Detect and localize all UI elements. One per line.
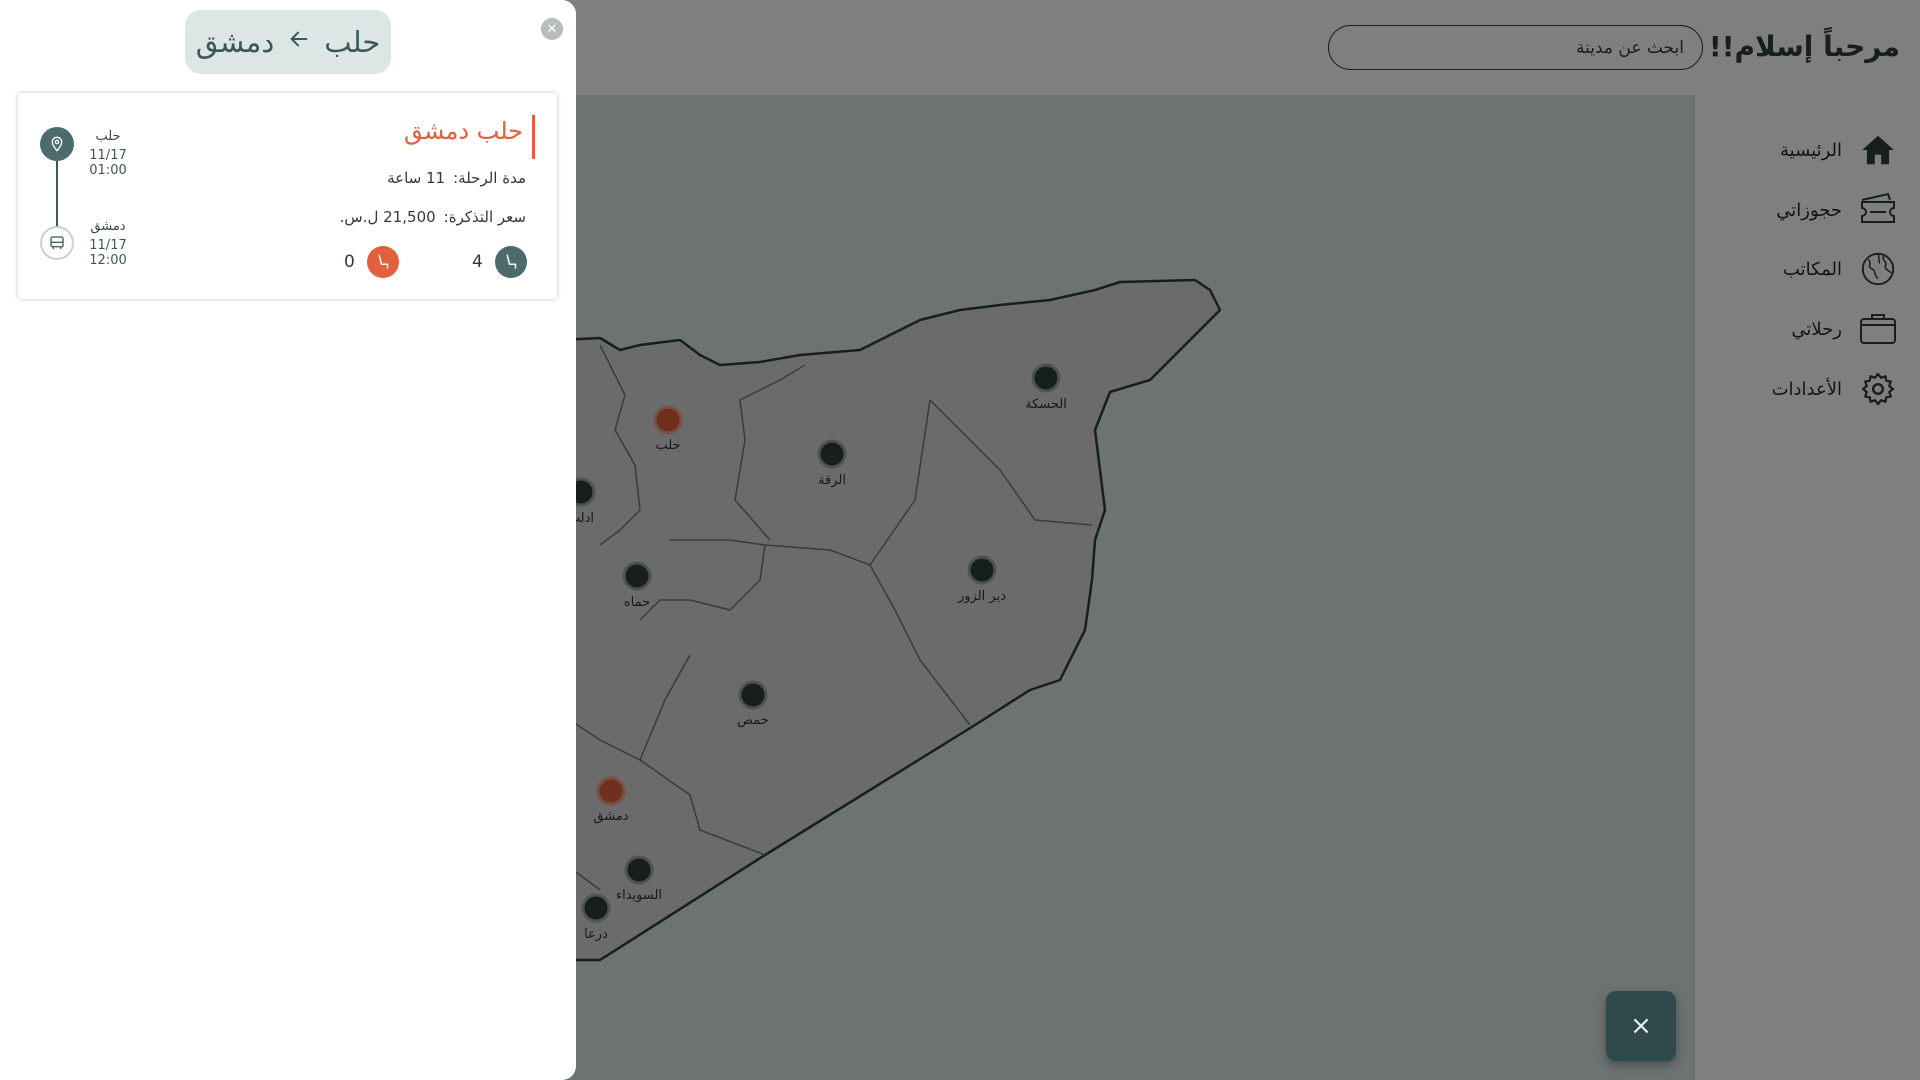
close-icon[interactable]: ✕ [541, 18, 563, 40]
available-seats-count: 4 [472, 252, 483, 272]
seat-icon [494, 246, 527, 278]
departure-city: حلب [95, 129, 121, 144]
trip-title: حلب دمشق [404, 117, 523, 145]
close-icon: × [1630, 1011, 1652, 1041]
arrival-stop: دمشق 11/17 12:00 [73, 219, 143, 268]
trip-drawer: حلب دمشق ✕ حلب دمشق مدة الرحلة: 11 ساعة … [0, 0, 576, 1080]
price-value: 21,500 ل.س. [339, 208, 436, 226]
booked-seats-count: 0 [344, 252, 355, 272]
bus-icon [40, 226, 74, 260]
departure-stop: حلب 11/17 01:00 [73, 129, 143, 178]
seat-icon [366, 246, 399, 278]
trip-price: سعر التذكرة: 21,500 ل.س. [340, 208, 526, 226]
card-accent-bar [532, 115, 535, 159]
arrow-left-icon [288, 28, 310, 56]
trip-card[interactable]: حلب دمشق مدة الرحلة: 11 ساعة سعر التذكرة… [18, 93, 557, 299]
arrival-time: 11/17 12:00 [89, 238, 127, 268]
available-seats: 4 [472, 246, 527, 278]
route-from: حلب [324, 25, 381, 59]
price-label: سعر التذكرة: [443, 208, 526, 226]
location-pin-icon [40, 127, 74, 161]
duration-label: مدة الرحلة: [453, 169, 526, 187]
route-to: دمشق [195, 25, 275, 59]
arrival-city: دمشق [90, 219, 126, 234]
route-title: حلب دمشق [185, 10, 391, 74]
duration-value: 11 ساعة [387, 169, 446, 187]
close-fab-button[interactable]: × [1606, 991, 1676, 1061]
departure-time: 11/17 01:00 [89, 148, 127, 178]
booked-seats: 0 [344, 246, 399, 278]
trip-duration: مدة الرحلة: 11 ساعة [387, 169, 526, 187]
